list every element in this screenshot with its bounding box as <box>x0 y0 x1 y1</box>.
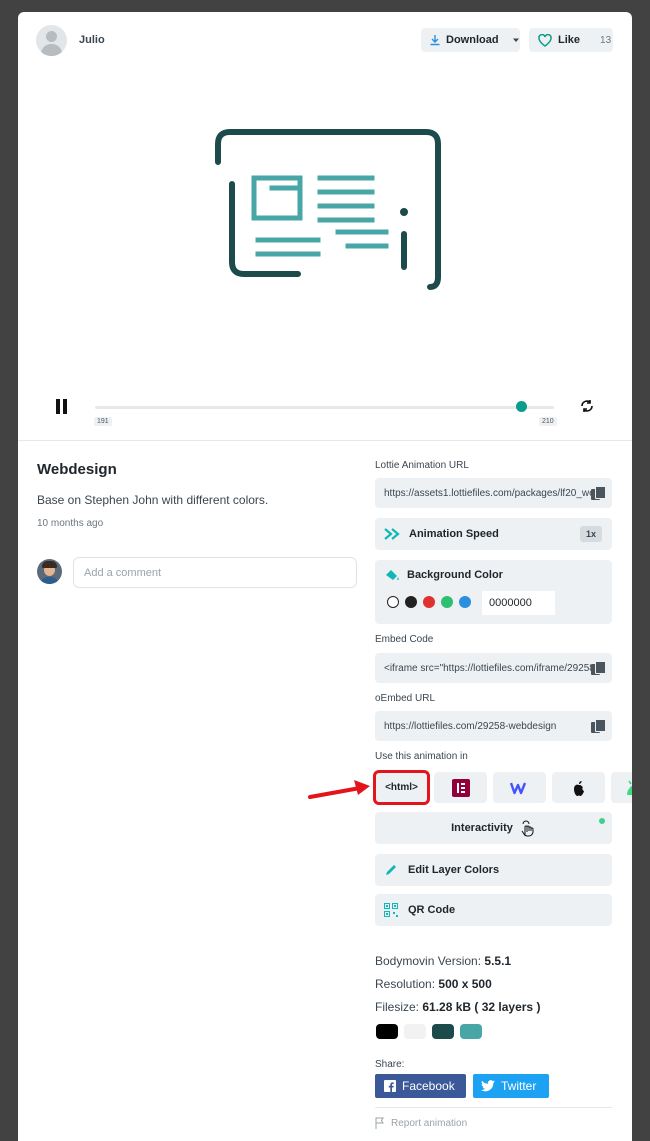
copy-icon[interactable] <box>591 486 606 500</box>
frame-start-label: 191 <box>94 417 112 426</box>
lottie-url-label: Lottie Animation URL <box>375 460 469 471</box>
qr-code-icon <box>384 903 398 917</box>
embed-code-value: <iframe src="https://lottiefiles.com/ifr… <box>384 662 592 674</box>
qr-code-button[interactable]: QR Code <box>375 894 612 926</box>
interactivity-button[interactable]: Interactivity <box>375 812 612 844</box>
hand-tap-icon <box>521 820 534 837</box>
embed-code-label: Embed Code <box>375 634 434 645</box>
animation-speed-control[interactable]: Animation Speed 1x <box>375 518 612 550</box>
copy-icon[interactable] <box>591 661 606 675</box>
comment-input[interactable] <box>73 557 357 588</box>
apple-icon <box>573 780 584 796</box>
animation-description: Base on Stephen John with different colo… <box>37 493 269 507</box>
like-button[interactable]: Like 13 <box>529 28 613 52</box>
commenter-avatar <box>37 559 62 584</box>
elementor-platform-button[interactable] <box>434 772 487 803</box>
lottie-url-value: https://assets1.lottiefiles.com/packages… <box>384 487 592 499</box>
paint-bucket-icon <box>386 570 399 580</box>
background-color-header: Background Color <box>384 568 503 582</box>
like-label: Like <box>558 34 581 46</box>
swatch-red[interactable] <box>423 596 435 608</box>
lottie-url-field[interactable]: https://assets1.lottiefiles.com/packages… <box>375 478 612 508</box>
webdesign-animation <box>215 129 441 290</box>
pause-icon <box>56 399 60 414</box>
pencil-icon <box>386 865 396 875</box>
qr-code-label: QR Code <box>408 904 456 916</box>
android-icon <box>626 780 632 795</box>
color-palette <box>376 1024 482 1039</box>
annotation-arrow-icon <box>308 780 370 799</box>
flag-icon <box>375 1117 384 1129</box>
frame-end-label: 210 <box>539 417 557 426</box>
filesize: Filesize: 61.28 kB ( 32 layers ) <box>375 1000 541 1014</box>
download-label: Download <box>446 34 499 46</box>
embed-code-field[interactable]: <iframe src="https://lottiefiles.com/ifr… <box>375 653 612 683</box>
swatch-green[interactable] <box>441 596 453 608</box>
background-color-label: Background Color <box>407 569 503 581</box>
like-count: 13 <box>600 34 612 46</box>
oembed-url-label: oEmbed URL <box>375 693 436 704</box>
animation-title: Webdesign <box>37 461 117 478</box>
use-animation-label: Use this animation in <box>375 751 468 762</box>
divider <box>18 440 632 441</box>
twitter-icon <box>481 1080 495 1092</box>
modal-header: Julio Download Like 13 <box>18 12 632 68</box>
copy-icon[interactable] <box>591 719 606 733</box>
resolution: Resolution: 500 x 500 <box>375 977 492 991</box>
animation-speed-label: Animation Speed <box>409 528 499 540</box>
oembed-url-field[interactable]: https://lottiefiles.com/29258-webdesign <box>375 711 612 741</box>
platform-buttons: <html> <box>373 770 632 805</box>
caret-down-icon <box>512 38 519 42</box>
loop-icon[interactable] <box>579 398 595 414</box>
interactivity-label: Interactivity <box>451 822 513 834</box>
palette-color[interactable] <box>460 1024 482 1039</box>
webflow-icon <box>509 782 526 794</box>
android-platform-button[interactable] <box>611 772 632 803</box>
posted-date: 10 months ago <box>37 518 104 529</box>
share-facebook-button[interactable]: Facebook <box>375 1074 466 1098</box>
color-swatches <box>387 596 471 608</box>
report-label: Report animation <box>391 1117 468 1129</box>
pause-button[interactable] <box>56 399 70 415</box>
hex-color-input[interactable] <box>482 591 555 615</box>
report-animation-link[interactable]: Report animation <box>375 1117 467 1129</box>
animation-modal: Julio Download Like 13 191 210 Webdesign… <box>18 12 632 1141</box>
share-twitter-button[interactable]: Twitter <box>473 1074 549 1098</box>
fast-forward-icon <box>384 528 400 540</box>
status-dot <box>599 818 605 824</box>
html-platform-button[interactable]: <html> <box>373 770 430 805</box>
username[interactable]: Julio <box>79 34 105 46</box>
edit-layer-colors-button[interactable]: Edit Layer Colors <box>375 854 612 886</box>
ios-platform-button[interactable] <box>552 772 605 803</box>
heart-icon <box>538 33 552 47</box>
bodymovin-version: Bodymovin Version: 5.5.1 <box>375 954 512 968</box>
swatch-white[interactable] <box>387 596 399 608</box>
divider <box>375 1107 612 1108</box>
edit-layer-colors-label: Edit Layer Colors <box>408 864 500 876</box>
download-button[interactable]: Download <box>421 28 520 52</box>
facebook-label: Facebook <box>402 1079 455 1093</box>
user-avatar[interactable] <box>36 25 67 56</box>
twitter-label: Twitter <box>501 1079 537 1093</box>
palette-color[interactable] <box>404 1024 426 1039</box>
seek-bar[interactable] <box>95 406 554 409</box>
oembed-url-value: https://lottiefiles.com/29258-webdesign <box>384 720 557 732</box>
speed-value-badge[interactable]: 1x <box>579 526 602 542</box>
swatch-blue[interactable] <box>459 596 471 608</box>
background-color-panel: Background Color <box>375 560 612 624</box>
share-label: Share: <box>375 1059 405 1070</box>
palette-color[interactable] <box>376 1024 398 1039</box>
swatch-black[interactable] <box>405 596 417 608</box>
webflow-platform-button[interactable] <box>493 772 546 803</box>
facebook-icon <box>384 1080 396 1092</box>
palette-color[interactable] <box>432 1024 454 1039</box>
seek-knob[interactable] <box>516 401 528 412</box>
elementor-icon <box>451 778 470 797</box>
download-icon <box>430 35 440 46</box>
